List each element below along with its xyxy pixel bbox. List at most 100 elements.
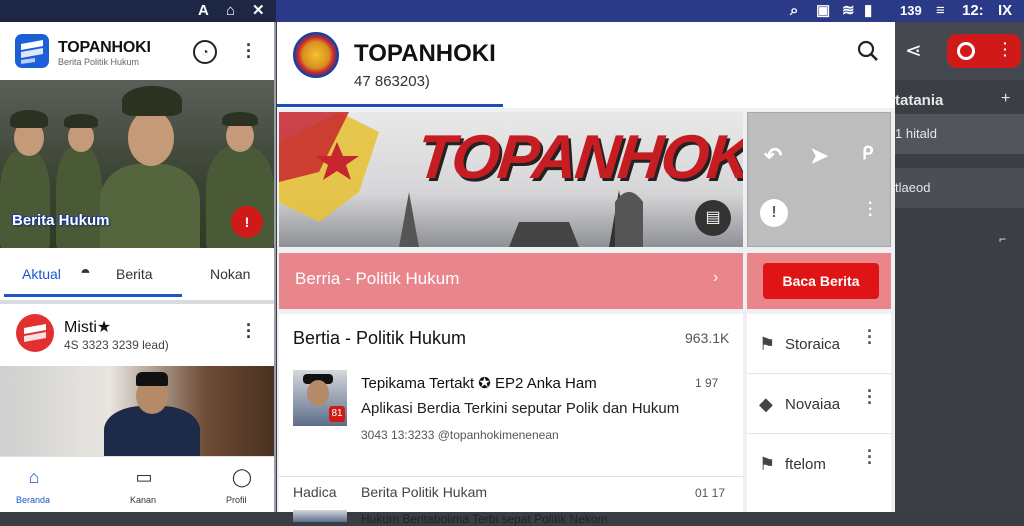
nav-beranda[interactable]: Beranda (16, 495, 50, 505)
nav-kanan[interactable]: Kanan (130, 495, 156, 505)
channel-card[interactable]: Misti★ 4S 3323 3239 lead) · · · (0, 304, 274, 366)
record-icon (957, 42, 975, 60)
left-app-subtitle: Berita Politik Hukum (58, 57, 140, 67)
nav-profil[interactable]: Profil (226, 495, 247, 505)
news-item-title[interactable]: Berita Politik Hukam (361, 484, 487, 500)
promo-banner[interactable]: TOPANHOKI ▤ (279, 112, 743, 247)
share-icon[interactable]: ⋖ (905, 38, 922, 63)
cta-area: Baca Berita (747, 253, 891, 309)
news-item-meta: 3043 13:3233 @topanhokimenenean (361, 428, 559, 442)
category-label: Berria - Politik Hukum (295, 269, 460, 288)
side-list: ⚑ Storaica · · · ◆ Novaiaa · · · ⚑ ftelom · ·… (747, 314, 891, 512)
more-icon[interactable]: · · · (867, 382, 873, 412)
gallery-icon[interactable]: ▤ (695, 200, 731, 236)
hero-caption: Berita Hukum (12, 212, 110, 229)
side-list-item[interactable]: ◆ Novaiaa · · · (747, 374, 891, 434)
mask-icon[interactable]: ◓ (80, 262, 91, 283)
bookmark-icon: ⚑ (759, 334, 776, 354)
category-strip[interactable]: Berria - Politik Hukum › (279, 253, 743, 309)
right-side-panel: ⋖ · · · tatania + 1 hitald tlaeod ⌐ (895, 22, 1024, 512)
close-icon: ✕ (252, 2, 265, 19)
add-icon[interactable]: + (1001, 90, 1010, 108)
news-item-time: 01 17 (695, 486, 726, 500)
side-list-label: Novaiaa (785, 396, 841, 413)
right-panel-label: 1 hitald (895, 126, 937, 141)
news-item-desc: Aplikasi Berdia Terkini seputar Polik da… (361, 400, 680, 417)
main-app-screen: TOPANHOKI 47 863203) TOPANHOKI ▤ ↶ ➤ ᑭ !… (277, 22, 895, 526)
chevron-right-icon: › (713, 269, 719, 286)
extra-status: IX (998, 2, 1013, 19)
status-bar-left: A ⌂ ✕ (0, 0, 276, 22)
side-list-label: ftelom (785, 456, 826, 473)
tab-berita[interactable]: Berita (116, 266, 153, 282)
right-panel-item[interactable]: 1 hitald (895, 114, 1024, 154)
left-app-tabs: Aktual ◓ Berita Nokan (0, 248, 274, 300)
divider (279, 476, 743, 477)
more-icon[interactable]: · · · (867, 322, 873, 352)
hero-image[interactable]: Berita Hukum ! (0, 80, 274, 248)
tab-aktual[interactable]: Aktual (22, 266, 61, 282)
news-thumbnail[interactable]: 81 (293, 370, 347, 426)
side-list-item[interactable]: ⚑ ftelom · · · (747, 434, 891, 494)
feed-title: Bertia - Politik Hukum (293, 328, 467, 348)
bookmark-nav-icon[interactable]: ▭ (132, 465, 156, 489)
image-status-icon: ▣ (816, 2, 831, 19)
back-icon[interactable]: ↶ (764, 143, 782, 169)
media-control-panel: ↶ ➤ ᑭ ! · · · (747, 112, 891, 247)
side-list-label: Storaica (785, 336, 841, 353)
main-subtitle: 47 863203) (354, 73, 430, 90)
home-icon: ⌂ (226, 2, 236, 19)
news-item-time: 1 97 (695, 376, 719, 390)
channel-title: Misti★ (64, 319, 112, 336)
news-photo[interactable] (0, 366, 274, 456)
signal-icon: ▮ (864, 2, 873, 19)
more-icon[interactable]: · · · (867, 442, 873, 472)
side-list-item[interactable]: ⚑ Storaica · · · (747, 314, 891, 374)
search-status-icon: ⌕ (790, 2, 799, 19)
battery-level: 139 (900, 3, 922, 18)
app-logo-icon (15, 34, 49, 68)
banner-headline: TOPANHOKI (413, 123, 743, 192)
clock: 12: (962, 2, 984, 19)
alert-button[interactable]: ! (231, 206, 263, 238)
chevron-icon[interactable]: ⌐ (999, 232, 1006, 246)
right-panel-toolbar: ⋖ · · · (895, 22, 1024, 80)
search-icon[interactable] (857, 40, 879, 62)
header-indicator (277, 104, 503, 107)
tab-nokan[interactable]: Nokan (210, 266, 250, 282)
news-feed: Bertia - Politik Hukum 963.1K 81 Tepikam… (279, 314, 743, 526)
more-icon[interactable]: · · · (1003, 36, 1008, 62)
feed-count: 963.1K (685, 330, 730, 346)
info-icon[interactable]: ! (760, 199, 788, 227)
menu-icon: ≡ (936, 2, 945, 19)
left-app-header: TOPANHOKI Berita Politik Hukum ◔ · · · (0, 22, 274, 80)
forward-icon[interactable]: ➤ (810, 143, 828, 169)
main-title: TOPANHOKI (354, 40, 496, 67)
emblem-logo (293, 32, 339, 78)
notification-icon: A (198, 2, 209, 19)
wifi-icon: ≋ (842, 2, 855, 19)
timer-icon[interactable]: ◔ (193, 40, 217, 64)
right-panel-label: tlaeod (895, 180, 931, 195)
news-item-desc: Hukum Beritabolima Terbi sepat Politik N… (361, 512, 608, 526)
record-button[interactable]: · · · (947, 34, 1021, 68)
more-icon[interactable]: · · · (868, 196, 873, 224)
profile-nav-icon[interactable]: ◯ (230, 465, 254, 489)
right-panel-title: tatania (895, 92, 944, 109)
more-icon[interactable]: · · · (246, 316, 252, 346)
news-item-title[interactable]: Tepikama Tertakt ✪ EP2 Anka Ham (361, 374, 597, 392)
status-bar-right: ⌕ ▣ ≋ ▮ 139 ≡ 12: IX (276, 0, 1024, 22)
main-header: TOPANHOKI 47 863203) (277, 22, 895, 108)
pin-icon[interactable]: ᑭ (862, 143, 873, 164)
tag-icon: ◆ (759, 394, 773, 414)
left-app-title: TOPANHOKI (58, 39, 151, 56)
news-section: Hadica (293, 484, 337, 500)
bottom-navigation: ⌂ Beranda ▭ Kanan ◯ Profil (0, 456, 274, 512)
channel-logo-icon (16, 314, 54, 352)
tab-indicator (4, 294, 182, 297)
flag-icon: ⚑ (759, 454, 776, 474)
right-panel-item[interactable]: tlaeod (895, 168, 1024, 208)
home-nav-icon[interactable]: ⌂ (22, 465, 46, 489)
more-icon[interactable]: · · · (246, 36, 252, 66)
read-news-button[interactable]: Baca Berita (763, 263, 879, 299)
